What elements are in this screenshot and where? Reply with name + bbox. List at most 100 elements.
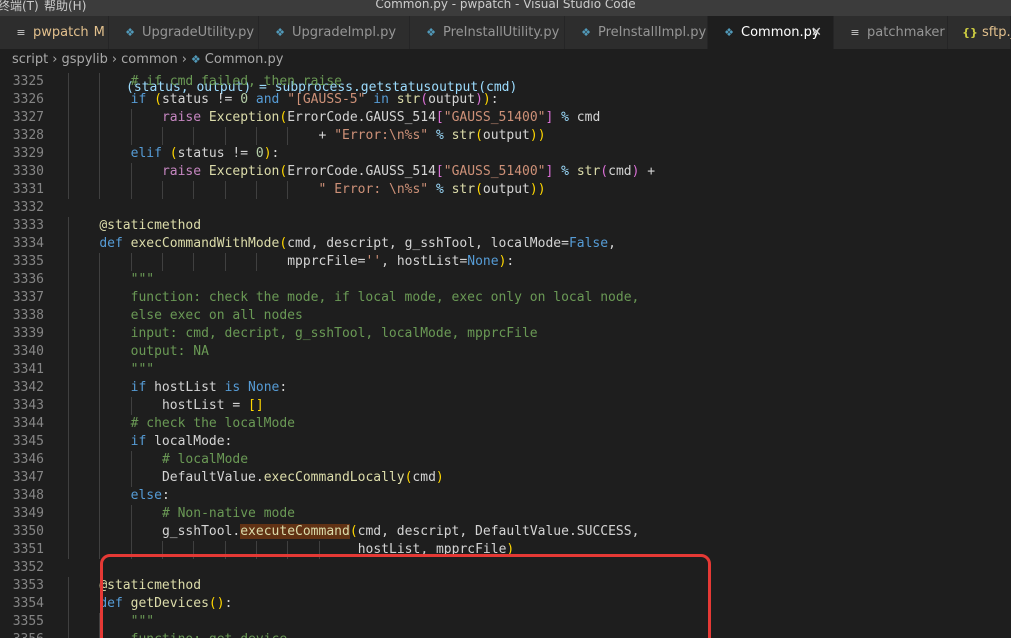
code-line: 3339 input: cmd, decript, g_sshTool, loca… <box>0 325 1011 343</box>
code-text: hostList, mpprcFile) <box>357 542 515 557</box>
indent-guide <box>99 307 101 325</box>
indent-guide <box>68 289 69 307</box>
indent-guide <box>68 361 69 379</box>
breadcrumb: script › gspylib › common › ❖ Common.py <box>0 49 1011 71</box>
indent-guide <box>224 181 226 199</box>
code-line: 3349 # Non-native mode <box>0 505 1011 523</box>
indent-guide <box>193 253 195 271</box>
indent-guide <box>99 127 101 145</box>
indent-guide <box>161 127 163 145</box>
code-line: 3344 # check the localMode <box>0 415 1011 433</box>
line-number: 3341 <box>12 362 44 377</box>
tab-common[interactable]: ❖ Common.py ✕ <box>708 16 834 49</box>
line-number: 3353 <box>12 578 44 593</box>
tab-pwpatch[interactable]: ≡ pwpatch M <box>0 16 109 49</box>
line-number: 3334 <box>12 236 44 251</box>
indent-guide <box>68 91 69 109</box>
code-line: 3353 @staticmethod <box>0 577 1011 595</box>
line-number: 3340 <box>12 344 44 359</box>
indent-guide <box>99 487 101 505</box>
indent-guide <box>130 127 132 145</box>
line-number: 3325 <box>12 74 44 89</box>
tab-preinstallutility[interactable]: ❖ PreInstallUtility.py <box>410 16 565 49</box>
indent-guide <box>68 613 69 631</box>
code-line: 3332 <box>0 199 1011 217</box>
indent-guide <box>130 163 132 181</box>
code-text: if localMode: <box>130 434 233 449</box>
indent-guide <box>99 163 101 181</box>
code-text: # Non-native mode <box>161 506 296 521</box>
indent-guide <box>287 541 289 559</box>
tab-upgradeutility[interactable]: ❖ UpgradeUtility.py <box>109 16 259 49</box>
indent-guide <box>99 271 101 289</box>
indent-guide <box>99 613 101 631</box>
code-text: else exec on all nodes <box>130 308 303 323</box>
indent-guide <box>68 235 69 253</box>
indent-guide <box>99 469 101 487</box>
code-line: 3326 if (status != 0 and "[GAUSS-5" in st… <box>0 91 1011 109</box>
indent-guide <box>99 451 101 469</box>
code-line: 3354 def getDevices(): <box>0 595 1011 613</box>
title-bar: 终端(T) 帮助(H) Common.py - pwpatch - Visual… <box>0 0 1011 16</box>
indent-guide <box>287 181 289 199</box>
indent-guide <box>68 163 69 181</box>
python-icon: ❖ <box>125 26 135 39</box>
line-number: 3351 <box>12 542 44 557</box>
code-text: # if cmd failed, then raise <box>130 74 342 89</box>
indent-guide <box>99 505 101 523</box>
breadcrumb-item[interactable]: common <box>121 49 178 71</box>
code-text: """ <box>130 272 155 287</box>
indent-guide <box>99 415 101 433</box>
indent-guide <box>68 379 69 397</box>
indent-guide <box>68 505 69 523</box>
tab-upgradeimpl[interactable]: ❖ UpgradeImpl.py <box>259 16 410 49</box>
code-line: 3348 else: <box>0 487 1011 505</box>
line-number: 3339 <box>12 326 44 341</box>
tab-patchmaker[interactable]: ≡ patchmaker <box>834 16 948 49</box>
code-text: + "Error:\n%s" % str(output)) <box>318 128 546 143</box>
indent-guide <box>224 253 226 271</box>
json-braces-icon: {} <box>962 26 978 39</box>
line-number: 3347 <box>12 470 44 485</box>
indent-guide <box>161 253 163 271</box>
code-text: " Error: \n%s" % str(output)) <box>318 182 546 197</box>
indent-guide <box>130 541 132 559</box>
code-line: 3338 else exec on all nodes <box>0 307 1011 325</box>
window-title: Common.py - pwpatch - Visual Studio Code <box>375 0 636 11</box>
indent-guide <box>68 415 69 433</box>
file-icon: ≡ <box>850 26 860 39</box>
code-line: 3336 """ <box>0 271 1011 289</box>
breadcrumb-item[interactable]: gspylib <box>61 49 107 71</box>
indent-guide <box>161 541 163 559</box>
breadcrumb-item[interactable]: script <box>12 49 48 71</box>
code-text: def execCommandWithMode(cmd, descript, g… <box>99 236 616 251</box>
line-number: 3326 <box>12 92 44 107</box>
indent-guide <box>99 253 101 271</box>
line-number: 3349 <box>12 506 44 521</box>
close-icon[interactable]: ✕ <box>811 16 822 49</box>
line-number: 3333 <box>12 218 44 233</box>
line-number: 3344 <box>12 416 44 431</box>
code-text: if hostList is None: <box>130 380 288 395</box>
indent-guide <box>68 577 69 595</box>
indent-guide <box>255 253 257 271</box>
line-number: 3355 <box>12 614 44 629</box>
chevron-right-icon: › <box>111 52 118 67</box>
code-text: raise Exception(ErrorCode.GAUSS_514["GAU… <box>161 110 601 125</box>
tab-sftp[interactable]: {}sftp.js <box>948 16 1011 49</box>
tab-preinstallimpl[interactable]: ❖ PreInstallImpl.py <box>565 16 708 49</box>
indent-guide <box>68 451 69 469</box>
code-text: # check the localMode <box>130 416 295 431</box>
code-line: 3342 if hostList is None: <box>0 379 1011 397</box>
code-text: hostList = [] <box>161 398 264 413</box>
line-number: 3332 <box>12 200 44 215</box>
code-editor[interactable]: (status, output) = subprocess.getstatuso… <box>0 71 1011 638</box>
line-number: 3354 <box>12 596 44 611</box>
code-text: """ <box>130 614 155 629</box>
indent-guide <box>99 181 101 199</box>
line-number: 3346 <box>12 452 44 467</box>
code-text: else: <box>130 488 170 503</box>
indent-guide <box>68 397 69 415</box>
breadcrumb-item[interactable]: Common.py <box>205 49 284 71</box>
code-line: 3337 function: check the mode, if local m… <box>0 289 1011 307</box>
